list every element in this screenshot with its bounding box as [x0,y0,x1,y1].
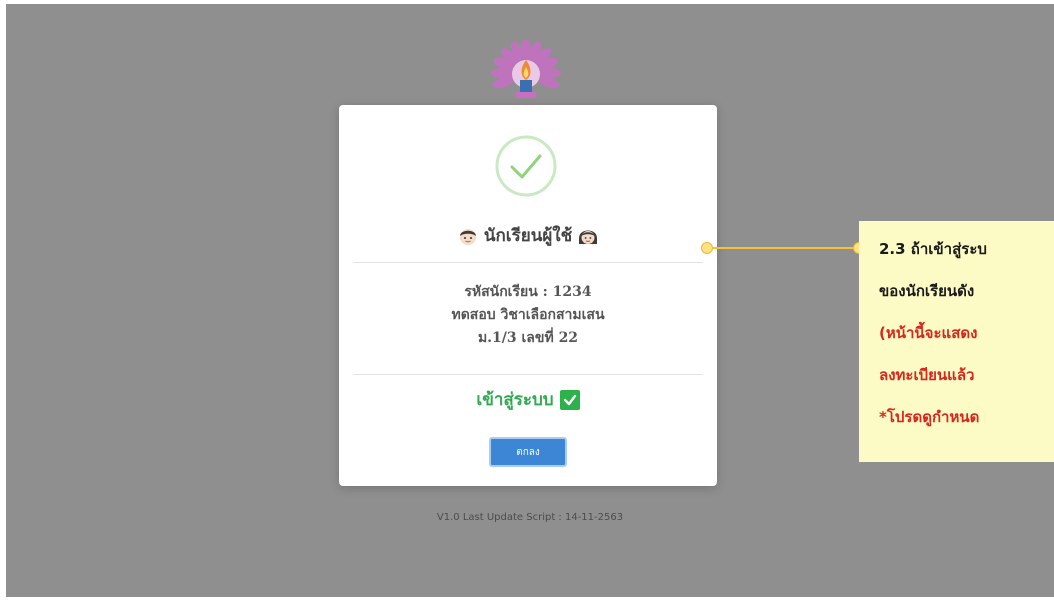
ok-button[interactable]: ตกลง [489,437,567,467]
callout-connector-line [707,247,858,249]
login-success-modal: นักเรียนผู้ใช้ รหัสนักเรียน : 1234 ทดสอบ… [339,105,717,486]
login-status: เข้าสู่ระบบ [339,386,717,413]
modal-title-text: นักเรียนผู้ใช้ [483,226,573,246]
callout-line-2: ของนักเรียนดัง [879,282,975,300]
student-id: รหัสนักเรียน : 1234 [464,284,592,300]
callout-line-5: *โปรดดูกำหนด [879,408,980,426]
login-status-text: เข้าสู่ระบบ [476,390,554,410]
modal-title: นักเรียนผู้ใช้ [339,222,717,249]
student-info: รหัสนักเรียน : 1234 ทดสอบ วิชาเลือกสามเส… [339,281,717,350]
girl-face-icon [579,230,598,244]
success-check-icon [495,135,557,197]
callout-line-1: 2.3 ถ้าเข้าสู่ระบ [879,240,987,258]
checkmark-box-icon [559,389,580,410]
student-class: ม.1/3 เลขที่ 22 [477,330,579,346]
callout-line-4: ลงทะเบียนแล้ว [879,366,975,384]
annotation-callout: 2.3 ถ้าเข้าสู่ระบ ของนักเรียนดัง (หน้านี… [859,221,1054,462]
callout-line-3: (หน้านี้จะแสดง [879,324,978,342]
version-footer: V1.0 Last Update Script : 14-11-2563 [436,512,624,523]
student-name: ทดสอบ วิชาเลือกสามเสน [451,307,605,323]
divider-bottom [353,374,703,375]
callout-anchor-dot [701,242,713,254]
divider-top [353,262,703,263]
boy-face-icon [459,228,476,245]
